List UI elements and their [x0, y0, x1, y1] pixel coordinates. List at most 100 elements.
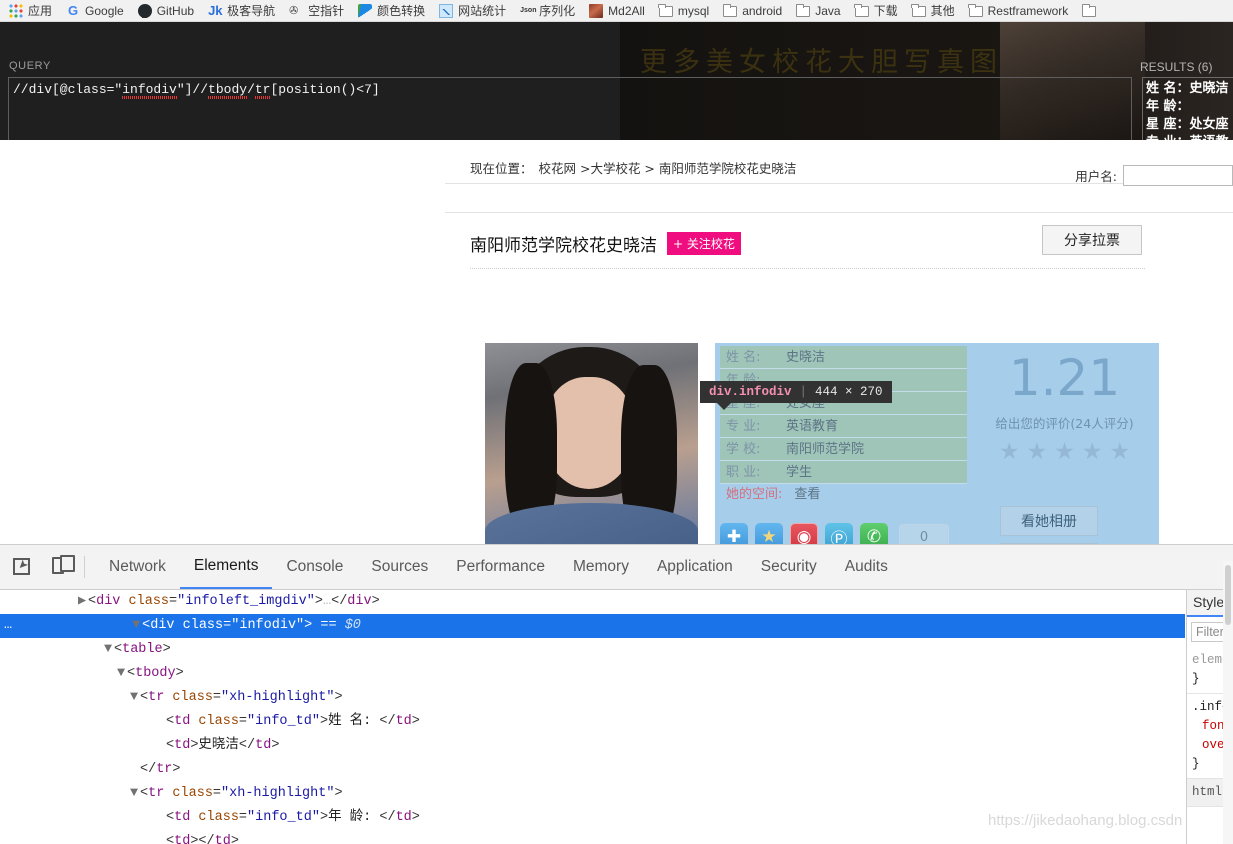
favorite-star-icon[interactable]: ★: [755, 523, 783, 544]
tab-network[interactable]: Network: [95, 545, 180, 589]
folder-icon: [968, 4, 983, 17]
table-row: 学 校: 南阳师范学院: [720, 438, 967, 461]
tab-sources[interactable]: Sources: [357, 545, 442, 589]
dom-token-tag: td: [174, 738, 191, 753]
star-icon[interactable]: ★: [999, 440, 1020, 463]
dom-node[interactable]: ▼ <table>: [0, 638, 1185, 662]
bookmark-folder-java[interactable]: Java: [789, 1, 847, 21]
tab-memory[interactable]: Memory: [559, 545, 643, 589]
dom-node-selected[interactable]: … ▼ <div class="infodiv"> == $0: [0, 614, 1185, 638]
dom-token-punc: >: [319, 714, 329, 729]
dom-token-dollar: $0: [344, 618, 361, 633]
dom-token-punc: <: [142, 618, 151, 633]
bookmarks-bar[interactable]: 应用 G Google GitHub Jk 极客导航 ✇ 空指针 颜色转换 网站…: [0, 0, 1233, 22]
card-separator: [470, 268, 1145, 269]
bookmark-jike[interactable]: Jk 极客导航: [201, 1, 282, 21]
disclosure-triangle-icon[interactable]: ▼: [117, 662, 127, 686]
tab-elements[interactable]: Elements: [179, 545, 273, 589]
dom-node[interactable]: ▼ <tr class="xh-highlight">: [0, 686, 1185, 710]
bookmark-label: Google: [85, 3, 124, 18]
bookmark-folder-downloads[interactable]: 下载: [848, 1, 905, 21]
disclosure-triangle-icon[interactable]: ▶: [78, 590, 88, 614]
inspect-element-button[interactable]: [8, 553, 36, 581]
dom-node[interactable]: ▶ <div class="infoleft_imgdiv">…</div>: [0, 590, 1185, 614]
bookmark-folder-mysql[interactable]: mysql: [652, 1, 716, 21]
dom-token-val: "info_td": [247, 714, 320, 729]
wechat-icon[interactable]: ✆: [860, 523, 888, 544]
bookmark-label: 颜色转换: [377, 3, 426, 18]
rating-block: 1.21 给出您的评价(24人评分) ★ ★ ★ ★ ★: [977, 349, 1152, 463]
dom-token-punc: >: [334, 786, 343, 801]
dom-token-punc: </: [379, 810, 396, 825]
dom-token-punc: <: [166, 738, 175, 753]
disclosure-triangle-icon[interactable]: ▼: [132, 614, 142, 638]
dom-node[interactable]: <td>史晓洁</td>: [0, 734, 1185, 758]
follow-button[interactable]: + 关注校花: [667, 232, 741, 255]
dom-node[interactable]: <td class="info_td">姓 名: </td>: [0, 710, 1185, 734]
username-input[interactable]: [1123, 165, 1233, 186]
bookmark-github[interactable]: GitHub: [131, 1, 201, 21]
bookmark-label: Md2All: [608, 3, 645, 18]
query-input[interactable]: //div[@class="infodiv"]//tbody/tr[positi…: [8, 77, 1132, 140]
breadcrumb[interactable]: 校花网 >大学校花 > 南阳师范学院校花史晓洁: [539, 158, 797, 177]
dom-token-punc: </: [238, 738, 256, 753]
dom-token-punc: >: [371, 594, 380, 609]
dom-node[interactable]: </tr>: [0, 758, 1185, 782]
tab-security[interactable]: Security: [747, 545, 831, 589]
bookmark-folder-android[interactable]: android: [716, 1, 789, 21]
folder-icon: [658, 4, 673, 17]
devtools-toolbar: Network Elements Console Sources Perform…: [0, 545, 1233, 590]
dom-token-punc: >: [271, 738, 280, 753]
dom-token-punc: =: [238, 714, 248, 729]
dom-node[interactable]: ▼ <tbody>: [0, 662, 1185, 686]
view-album-button[interactable]: 看她相册: [1000, 506, 1098, 536]
disclosure-triangle-icon[interactable]: ▼: [130, 686, 140, 710]
breadcrumb-bar: 现在位置： 校花网 >大学校花 > 南阳师范学院校花史晓洁 用户名:: [445, 151, 1233, 186]
dom-token-attr: class: [190, 810, 239, 825]
apps-grid-icon: [9, 3, 23, 18]
dom-token-tag: td: [395, 810, 412, 825]
bookmark-folder-more[interactable]: [1075, 1, 1103, 21]
rating-stars[interactable]: ★ ★ ★ ★ ★: [977, 440, 1152, 463]
her-space-link[interactable]: 查看: [794, 484, 820, 506]
bookmark-md2all[interactable]: Md2All: [582, 1, 652, 21]
star-icon[interactable]: ★: [1109, 440, 1130, 463]
bookmark-site-stats[interactable]: 网站统计: [432, 1, 513, 21]
disclosure-triangle-icon[interactable]: ▼: [130, 782, 140, 806]
tab-audits[interactable]: Audits: [831, 545, 902, 589]
star-icon[interactable]: ★: [1054, 440, 1075, 463]
dom-node[interactable]: ▼ <tr class="xh-highlight">: [0, 782, 1185, 806]
table-row: 专 业: 英语教育: [720, 415, 967, 438]
dom-tree[interactable]: ▶ <div class="infoleft_imgdiv">…</div>… ▼ <…: [0, 590, 1185, 844]
bookmark-color-convert[interactable]: 颜色转换: [351, 1, 432, 21]
dom-token-punc: ==: [312, 618, 345, 633]
tab-console[interactable]: Console: [272, 545, 357, 589]
scrollbar-thumb[interactable]: [1225, 565, 1231, 625]
results-output[interactable]: 姓 名：史晓洁 年 龄： 星 座：处女座 专 业：英语教: [1142, 77, 1233, 140]
dom-token-punc: >: [162, 642, 171, 657]
star-icon[interactable]: ★: [1027, 440, 1048, 463]
star-icon[interactable]: ★: [1082, 440, 1103, 463]
tab-application[interactable]: Application: [643, 545, 747, 589]
tab-performance[interactable]: Performance: [442, 545, 559, 589]
weibo-icon[interactable]: ◉: [790, 523, 818, 544]
device-toolbar-button[interactable]: [44, 553, 75, 581]
bookmark-apps[interactable]: 应用: [2, 1, 59, 21]
disclosure-triangle-icon[interactable]: ▼: [104, 638, 114, 662]
username-label: 用户名:: [1075, 169, 1117, 184]
bookmark-json[interactable]: Json 序列化: [513, 1, 582, 21]
bookmark-google[interactable]: G Google: [59, 1, 131, 21]
dom-token-tag: tbody: [135, 666, 176, 681]
baidu-icon[interactable]: Ⓟ: [825, 523, 853, 544]
bookmark-folder-other[interactable]: 其他: [905, 1, 962, 21]
bookmark-label: 序列化: [539, 3, 576, 18]
add-icon[interactable]: ✚: [720, 523, 748, 544]
bookmark-kongzhizhen[interactable]: ✇ 空指针: [282, 1, 351, 21]
dom-token-tag: div: [347, 594, 372, 609]
dom-node[interactable]: <td></td>: [0, 830, 1185, 844]
bookmark-folder-restframework[interactable]: Restframework: [962, 1, 1076, 21]
breadcrumb-prefix: 现在位置：: [470, 160, 533, 176]
share-vote-button[interactable]: 分享拉票: [1042, 225, 1142, 255]
devtools-scrollbar[interactable]: [1223, 561, 1233, 844]
device-toggle-icon: [52, 555, 75, 574]
